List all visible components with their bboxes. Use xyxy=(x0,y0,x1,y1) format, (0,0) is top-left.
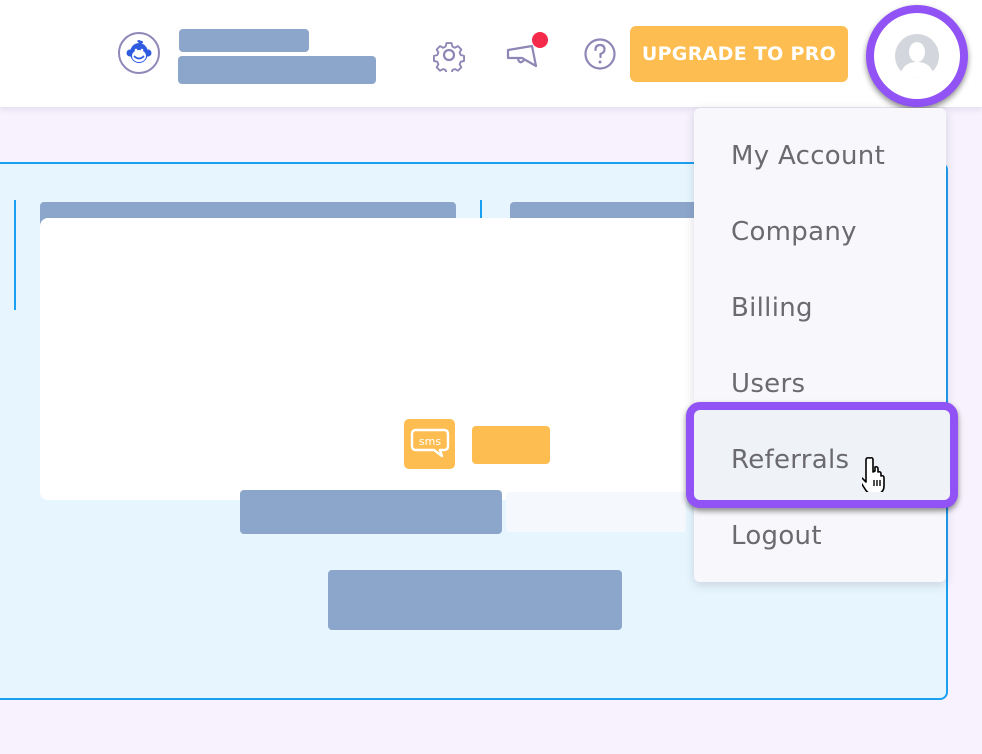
user-avatar-button[interactable] xyxy=(866,5,968,107)
top-navigation-bar: UPGRADE TO PRO xyxy=(0,0,982,107)
monkey-logo-icon[interactable] xyxy=(118,32,160,74)
menu-item-logout[interactable]: Logout xyxy=(694,498,946,574)
notification-badge xyxy=(532,32,548,48)
menu-item-my-account[interactable]: My Account xyxy=(694,118,946,194)
user-avatar-icon xyxy=(895,34,939,78)
account-email-placeholder xyxy=(178,56,376,84)
sms-icon: sms xyxy=(404,419,455,469)
help-button[interactable] xyxy=(583,37,617,71)
account-name-placeholder xyxy=(179,29,309,52)
menu-item-company[interactable]: Company xyxy=(694,194,946,270)
menu-item-referrals[interactable]: Referrals xyxy=(731,430,849,490)
question-circle-icon xyxy=(584,38,616,70)
account-dropdown-menu: My Account Company Billing Users Logout xyxy=(694,108,946,582)
sms-title-placeholder xyxy=(472,426,550,464)
upgrade-to-pro-button[interactable]: UPGRADE TO PRO xyxy=(630,26,848,82)
sms-input-placeholder xyxy=(506,492,686,532)
sms-action-button-placeholder[interactable] xyxy=(328,570,622,630)
sms-text-placeholder xyxy=(240,490,502,534)
svg-text:sms: sms xyxy=(418,435,440,448)
menu-item-billing[interactable]: Billing xyxy=(694,270,946,346)
hand-pointer-cursor-icon xyxy=(858,456,894,496)
gear-icon xyxy=(433,42,465,72)
settings-button[interactable] xyxy=(430,36,468,74)
divider-line xyxy=(14,200,16,310)
